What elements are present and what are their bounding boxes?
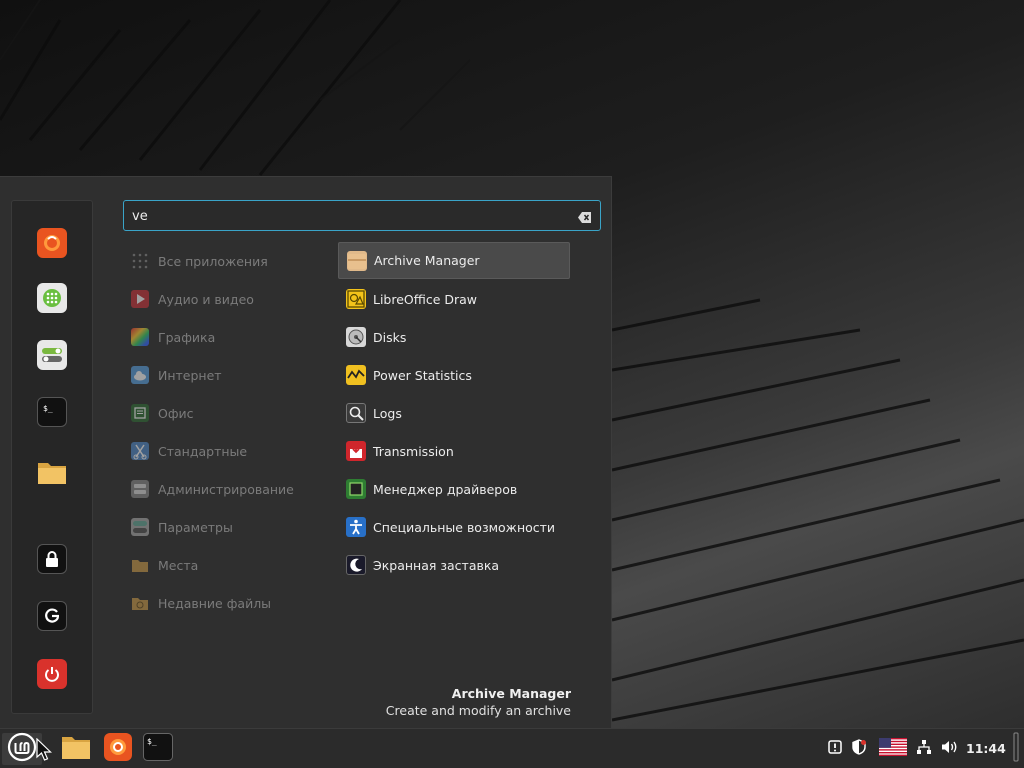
svg-text:$_: $_ xyxy=(43,404,53,413)
category-office[interactable]: Офис xyxy=(123,394,333,432)
internet-icon xyxy=(131,366,149,384)
system-settings-icon xyxy=(41,345,63,365)
power-statistics-icon xyxy=(346,365,366,385)
category-places[interactable]: Места xyxy=(123,546,333,584)
favorite-firefox[interactable] xyxy=(37,228,67,258)
selected-app-title: Archive Manager xyxy=(451,686,571,701)
clear-search-icon[interactable] xyxy=(578,209,592,223)
favorite-logout[interactable] xyxy=(37,601,67,631)
tray-update-manager[interactable] xyxy=(850,729,868,768)
graphics-icon xyxy=(131,328,149,346)
mouse-pointer-icon xyxy=(36,737,54,766)
selected-app-description: Create and modify an archive xyxy=(385,703,571,718)
logs-icon xyxy=(346,403,366,423)
category-graphics[interactable]: Графика xyxy=(123,318,333,356)
favorites-sidebar: $_ xyxy=(11,200,93,714)
screensaver-icon xyxy=(346,555,366,575)
category-accessories[interactable]: Стандартные xyxy=(123,432,333,470)
files-icon xyxy=(61,734,91,764)
terminal-icon: $_ xyxy=(42,402,62,422)
app-disks[interactable]: Disks xyxy=(338,318,570,356)
firefox-icon xyxy=(104,733,132,765)
category-all-applications[interactable]: Все приложения xyxy=(123,242,333,280)
application-menu: $_ ve Все приложения Аудио и видео Графи… xyxy=(0,176,612,728)
taskbar-terminal[interactable]: $_ xyxy=(142,733,174,765)
power-icon xyxy=(43,665,61,683)
software-manager-icon xyxy=(42,288,62,308)
taskbar-files[interactable] xyxy=(60,733,92,765)
app-logs[interactable]: Logs xyxy=(338,394,570,432)
app-screensaver[interactable]: Экранная заставка xyxy=(338,546,570,584)
transmission-icon xyxy=(346,441,366,461)
settings-icon xyxy=(131,518,149,536)
archive-icon xyxy=(347,250,367,271)
recent-files-icon xyxy=(131,594,149,612)
administration-icon xyxy=(131,480,149,498)
accessories-icon xyxy=(131,442,149,460)
places-icon xyxy=(131,556,149,574)
category-recent-files[interactable]: Недавние файлы xyxy=(123,584,333,622)
terminal-icon: $_ xyxy=(143,733,173,765)
category-multimedia[interactable]: Аудио и видео xyxy=(123,280,333,318)
notification-icon xyxy=(827,739,843,759)
accessibility-icon xyxy=(346,517,366,537)
favorite-shutdown[interactable] xyxy=(37,659,67,689)
app-power-statistics[interactable]: Power Statistics xyxy=(338,356,570,394)
firefox-icon xyxy=(42,233,62,253)
shield-icon xyxy=(851,739,867,759)
svg-text:$_: $_ xyxy=(147,737,157,746)
mint-logo-icon xyxy=(7,732,37,766)
category-administration[interactable]: Администрирование xyxy=(123,470,333,508)
tray-volume[interactable] xyxy=(941,729,959,768)
app-driver-manager[interactable]: Менеджер драйверов xyxy=(338,470,570,508)
app-accessibility[interactable]: Специальные возможности xyxy=(338,508,570,546)
favorite-lock-screen[interactable] xyxy=(37,544,67,574)
tray-keyboard-layout[interactable] xyxy=(879,729,907,768)
search-box[interactable] xyxy=(123,200,601,231)
bottom-panel: $_ 11:44 xyxy=(0,728,1024,768)
lock-icon xyxy=(43,550,61,568)
favorite-files[interactable] xyxy=(37,457,67,487)
files-icon xyxy=(37,459,67,485)
application-list: Archive Manager LibreOffice Draw Disks P… xyxy=(338,242,570,584)
taskbar-firefox[interactable] xyxy=(102,733,134,765)
show-desktop-icon xyxy=(1013,732,1019,766)
clock[interactable]: 11:44 xyxy=(966,741,1006,756)
favorite-terminal[interactable]: $_ xyxy=(37,397,67,427)
favorite-software-manager[interactable] xyxy=(37,283,67,313)
search-input[interactable] xyxy=(132,205,562,227)
favorite-system-settings[interactable] xyxy=(37,340,67,370)
app-transmission[interactable]: Transmission xyxy=(338,432,570,470)
tray-network[interactable] xyxy=(915,729,933,768)
category-list: Все приложения Аудио и видео Графика Инт… xyxy=(123,242,333,622)
app-libreoffice-draw[interactable]: LibreOffice Draw xyxy=(338,280,570,318)
libreoffice-draw-icon xyxy=(346,289,366,309)
category-settings[interactable]: Параметры xyxy=(123,508,333,546)
logout-icon xyxy=(43,607,61,625)
us-flag-icon xyxy=(879,738,907,760)
selected-app-info: Archive Manager Create and modify an arc… xyxy=(386,686,571,718)
category-internet[interactable]: Интернет xyxy=(123,356,333,394)
disks-icon xyxy=(346,327,366,347)
office-icon xyxy=(131,404,149,422)
show-desktop-button[interactable] xyxy=(1012,729,1020,768)
app-archive-manager[interactable]: Archive Manager xyxy=(338,242,570,279)
tray-notifications[interactable] xyxy=(826,729,844,768)
multimedia-icon xyxy=(131,290,149,308)
all-apps-icon xyxy=(131,252,149,270)
volume-icon xyxy=(941,739,959,759)
network-icon xyxy=(916,739,932,759)
driver-manager-icon xyxy=(346,479,366,499)
